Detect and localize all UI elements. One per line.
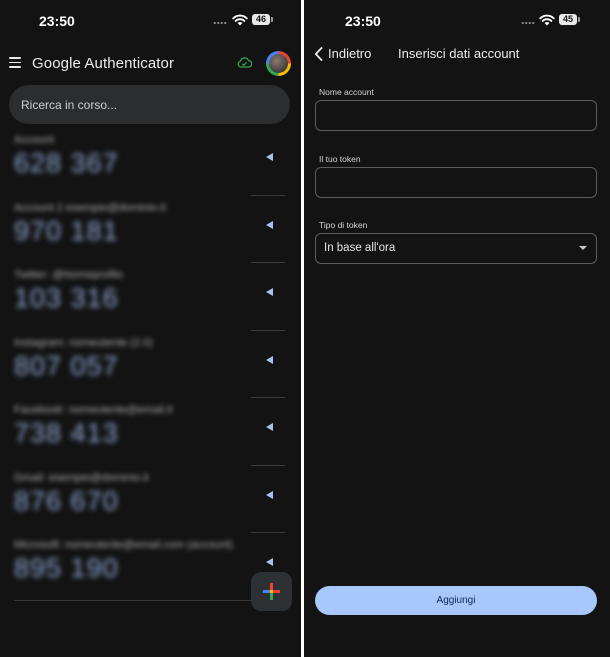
- navigation-bar: Indietro Inserisci dati account: [304, 45, 610, 65]
- account-row[interactable]: Gmail: esempio@dominio.it 876 670: [0, 466, 301, 534]
- countdown-timer-icon: [266, 355, 273, 364]
- account-name: Account 2 esempio@dominio.it: [14, 201, 166, 214]
- account-row[interactable]: Account 2 esempio@dominio.it 970 181: [0, 196, 301, 264]
- add-account-screen: 23:50 45 Indietro Inserisci dati account…: [304, 0, 610, 657]
- account-name: Twitter: @Nomeprofilo: [14, 269, 123, 281]
- account-name: Account: [14, 134, 54, 146]
- chevron-left-icon[interactable]: [314, 47, 323, 61]
- avatar[interactable]: [266, 51, 291, 76]
- account-list: Account 628 367 Account 2 esempio@domini…: [0, 128, 301, 601]
- cloud-sync-icon[interactable]: [237, 57, 252, 68]
- countdown-timer-icon: [266, 490, 273, 499]
- otp-code[interactable]: 876 670: [14, 486, 119, 517]
- signal-icon: [521, 22, 535, 24]
- back-button[interactable]: Indietro: [328, 46, 371, 61]
- countdown-timer-icon: [266, 153, 273, 161]
- wifi-icon: [539, 14, 555, 26]
- status-time: 23:50: [345, 13, 381, 29]
- token-type-value: In base all'ora: [324, 242, 396, 254]
- wifi-icon: [232, 14, 248, 26]
- battery-indicator: 45: [559, 14, 580, 25]
- account-name-label: Nome account: [319, 87, 374, 97]
- add-account-button[interactable]: [251, 572, 292, 611]
- search-input[interactable]: Ricerca in corso...: [21, 98, 117, 112]
- account-name-field[interactable]: [315, 100, 597, 131]
- otp-code[interactable]: 103 316: [14, 283, 119, 314]
- account-row[interactable]: Facebook: nomeutente@email.it 738 413: [0, 398, 301, 466]
- countdown-timer-icon: [266, 220, 273, 229]
- battery-indicator: 46: [252, 14, 273, 25]
- app-bar: Google Authenticator: [0, 50, 301, 78]
- add-button[interactable]: Aggiungi: [315, 586, 597, 615]
- status-bar: 23:50 45: [304, 0, 610, 40]
- dropdown-arrow-icon: [579, 246, 587, 250]
- plus-icon: [270, 583, 273, 600]
- otp-code[interactable]: 738 413: [14, 418, 119, 449]
- otp-code[interactable]: 807 057: [14, 351, 119, 382]
- otp-code[interactable]: 895 190: [14, 553, 119, 584]
- account-row[interactable]: Account 628 367: [0, 128, 301, 196]
- page-title: Inserisci dati account: [398, 46, 520, 61]
- status-time: 23:50: [39, 13, 75, 29]
- menu-icon[interactable]: [9, 57, 21, 68]
- token-type-label: Tipo di token: [319, 220, 368, 230]
- otp-code[interactable]: 970 181: [14, 216, 119, 247]
- account-name: Instagram: nomeutente (2.0): [14, 336, 153, 349]
- status-bar: 23:50 46: [0, 0, 301, 40]
- token-label: Il tuo token: [319, 154, 361, 164]
- app-title: Google Authenticator: [32, 55, 175, 72]
- countdown-timer-icon: [266, 558, 273, 566]
- signal-icon: [213, 22, 227, 24]
- otp-code[interactable]: 628 367: [14, 148, 119, 179]
- account-name: Microsoft: nomeutente@email.com (account…: [14, 539, 234, 551]
- authenticator-screen: 23:50 46 Google Authenticator Ricerca in…: [0, 0, 301, 657]
- search-bar[interactable]: Ricerca in corso...: [9, 85, 290, 124]
- countdown-timer-icon: [266, 423, 273, 431]
- account-name: Facebook: nomeutente@email.it: [14, 404, 173, 416]
- account-row[interactable]: Twitter: @Nomeprofilo 103 316: [0, 263, 301, 331]
- account-name: Gmail: esempio@dominio.it: [14, 471, 149, 484]
- token-field[interactable]: [315, 167, 597, 198]
- countdown-timer-icon: [266, 288, 273, 296]
- account-row[interactable]: Instagram: nomeutente (2.0) 807 057: [0, 331, 301, 399]
- token-type-select[interactable]: In base all'ora: [315, 233, 597, 264]
